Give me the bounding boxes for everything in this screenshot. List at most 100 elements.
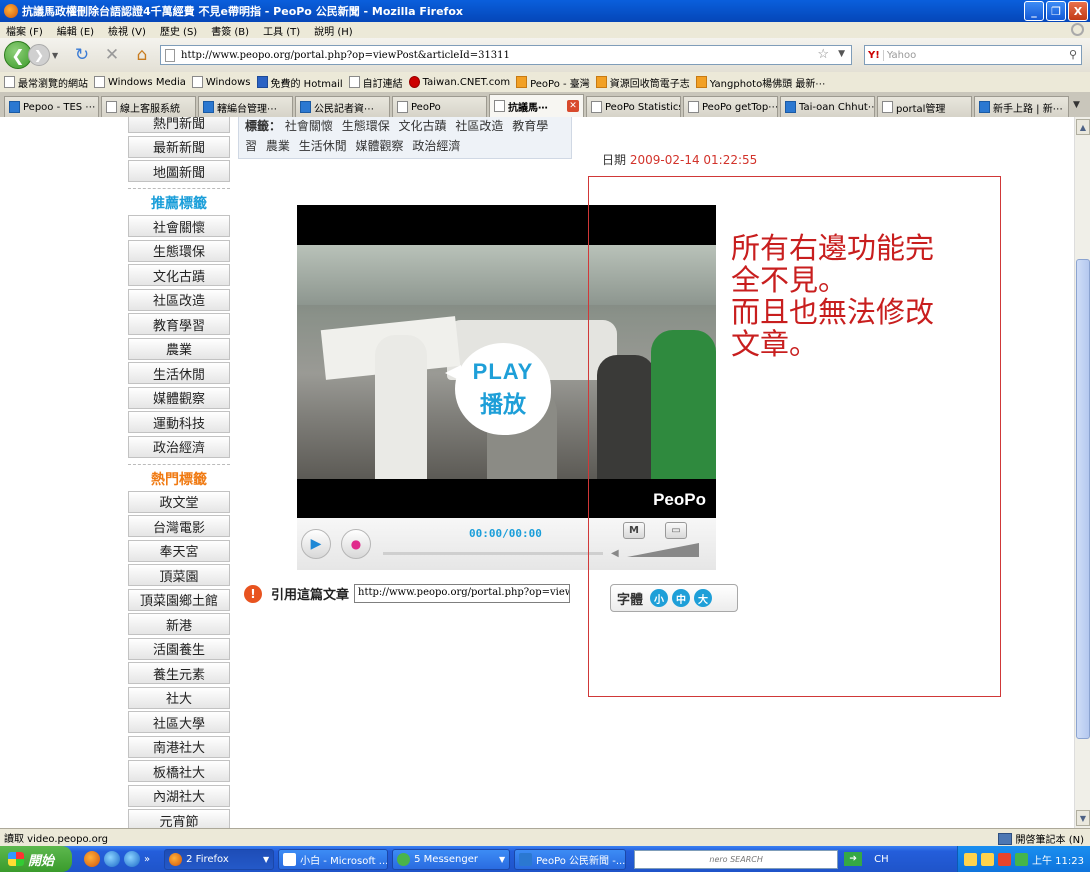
bookmark-item[interactable]: Taiwan.CNET.com bbox=[408, 76, 510, 88]
cite-url-field[interactable]: http://www.peopo.org/portal.php?op=viewP bbox=[354, 584, 571, 603]
bookmark-star-icon[interactable]: ☆ bbox=[817, 47, 829, 62]
hot-tag-button[interactable]: 活園養生 bbox=[128, 637, 230, 660]
seek-bar[interactable] bbox=[383, 552, 603, 555]
reload-icon[interactable]: ↻ bbox=[70, 43, 94, 67]
browser-tab[interactable]: PeoPo bbox=[392, 96, 487, 117]
tag-button[interactable]: 政治經濟 bbox=[128, 435, 230, 458]
restore-button[interactable]: ❐ bbox=[1046, 1, 1066, 21]
firefox-icon[interactable] bbox=[84, 851, 100, 867]
hot-tag-button[interactable]: 台灣電影 bbox=[128, 515, 230, 537]
hot-tag-button[interactable]: 奉天宮 bbox=[128, 539, 230, 562]
ie-icon[interactable] bbox=[104, 851, 120, 867]
bookmark-item[interactable]: Windows bbox=[191, 76, 251, 88]
tag-button[interactable]: 生活休閒 bbox=[128, 362, 230, 384]
taskbar-item[interactable]: 5 Messenger ▼ bbox=[392, 848, 511, 870]
notebook-toggle[interactable]: 開啓筆記本 (N) bbox=[997, 831, 1084, 846]
browser-tab[interactable]: PeoPo getTop⋯ bbox=[683, 96, 778, 117]
bookmark-item[interactable]: PeoPo - 臺灣 bbox=[516, 75, 590, 90]
sidebar-item[interactable]: 熱門新聞 bbox=[128, 117, 230, 133]
tag-button[interactable]: 教育學習 bbox=[128, 313, 230, 335]
bookmark-item[interactable]: 最常瀏覽的網站 bbox=[4, 75, 88, 90]
article-tag-link[interactable]: 生活休閒 bbox=[299, 139, 347, 153]
hot-tag-button[interactable]: 元宵節 bbox=[128, 809, 230, 828]
record-button[interactable]: ● bbox=[341, 529, 371, 559]
hot-tag-button[interactable]: 社區大學 bbox=[128, 711, 230, 733]
browser-tab[interactable]: 公民記者資⋯ bbox=[295, 96, 390, 117]
scroll-up-icon[interactable]: ▲ bbox=[1076, 119, 1090, 135]
app-icon[interactable] bbox=[981, 852, 994, 866]
url-dropdown-icon[interactable]: ▼ bbox=[838, 49, 845, 59]
browser-tab[interactable]: PeoPo Statistics bbox=[586, 96, 681, 117]
browser-tab[interactable]: 轄編台管理⋯ bbox=[198, 96, 293, 117]
hot-tag-button[interactable]: 頂菜園鄉土館 bbox=[128, 588, 230, 611]
browser-tab[interactable]: portal管理 bbox=[877, 96, 972, 117]
nero-search-box[interactable]: nero SEARCH bbox=[634, 849, 839, 869]
network-icon[interactable] bbox=[1015, 852, 1028, 866]
close-button[interactable]: X bbox=[1068, 1, 1088, 21]
minimize-button[interactable]: _ bbox=[1024, 1, 1044, 21]
tag-button[interactable]: 農業 bbox=[128, 337, 230, 360]
article-tag-link[interactable]: 政治經濟 bbox=[412, 139, 460, 153]
article-tag-link[interactable]: 農業 bbox=[266, 139, 290, 153]
search-box[interactable]: Y! Yahoo ⚲ bbox=[864, 45, 1082, 65]
tag-button[interactable]: 社區改造 bbox=[128, 288, 230, 311]
hot-tag-button[interactable]: 頂菜園 bbox=[128, 564, 230, 586]
browser-tab[interactable]: 線上客服系統 bbox=[101, 96, 196, 117]
go-arrow-icon[interactable]: ➔ bbox=[844, 852, 863, 866]
menu-bookmarks[interactable]: 書簽 (B) bbox=[211, 23, 249, 38]
url-bar[interactable]: http://www.peopo.org/portal.php?op=viewP… bbox=[160, 45, 852, 65]
article-tag-link[interactable]: 社區改造 bbox=[455, 119, 503, 133]
ie-icon[interactable] bbox=[124, 851, 140, 867]
menu-edit[interactable]: 編輯 (E) bbox=[57, 23, 94, 38]
security-icon[interactable] bbox=[998, 852, 1011, 866]
play-button[interactable]: ▶ bbox=[301, 529, 331, 559]
history-dropdown-icon[interactable]: ▼ bbox=[52, 51, 64, 60]
taskbar-item[interactable]: PeoPo 公民新聞 -... bbox=[514, 848, 627, 870]
hot-tag-button[interactable]: 板橋社大 bbox=[128, 760, 230, 782]
hot-tag-button[interactable]: 政文堂 bbox=[128, 490, 230, 513]
article-tag-link[interactable]: 生態環保 bbox=[342, 119, 390, 133]
bookmark-item[interactable]: 自訂連結 bbox=[348, 75, 403, 90]
hot-tag-button[interactable]: 南港社大 bbox=[128, 735, 230, 758]
article-tag-link[interactable]: 社會關懷 bbox=[285, 119, 333, 133]
start-button[interactable]: 開始 bbox=[0, 846, 72, 872]
bookmark-item[interactable]: Yangphoto楊佛頭 最新⋯ bbox=[695, 75, 825, 90]
browser-tab[interactable]: Pepoo - TES ⋯ bbox=[4, 96, 99, 117]
hot-tag-button[interactable]: 內湖社大 bbox=[128, 784, 230, 807]
bookmark-item[interactable]: 免費的 Hotmail bbox=[256, 75, 343, 90]
play-overlay-button[interactable]: PLAY 播放 bbox=[445, 343, 551, 435]
chevron-right-icon[interactable]: » bbox=[144, 854, 150, 865]
taskbar-item[interactable]: 2 Firefox ▼ bbox=[164, 848, 275, 870]
stop-icon[interactable]: ✕ bbox=[100, 43, 124, 67]
bookmark-item[interactable]: Windows Media bbox=[94, 76, 186, 88]
tag-button[interactable]: 運動科技 bbox=[128, 411, 230, 433]
sidebar-item[interactable]: 地圖新聞 bbox=[128, 160, 230, 182]
search-icon[interactable]: ⚲ bbox=[1069, 48, 1077, 61]
menu-history[interactable]: 歷史 (S) bbox=[160, 23, 197, 38]
mail-icon[interactable] bbox=[964, 852, 977, 866]
browser-tab[interactable]: 新手上路 | 新⋯ bbox=[974, 96, 1069, 117]
scroll-thumb[interactable] bbox=[1076, 259, 1090, 739]
hot-tag-button[interactable]: 新港 bbox=[128, 613, 230, 635]
menu-file[interactable]: 檔案 (F) bbox=[6, 23, 43, 38]
hot-tag-button[interactable]: 社大 bbox=[128, 686, 230, 709]
menu-view[interactable]: 檢視 (V) bbox=[108, 23, 146, 38]
tag-button[interactable]: 生態環保 bbox=[128, 239, 230, 262]
scroll-down-icon[interactable]: ▼ bbox=[1076, 810, 1090, 826]
home-icon[interactable]: ⌂ bbox=[130, 43, 154, 67]
tag-button[interactable]: 媒體觀察 bbox=[128, 386, 230, 409]
tag-button[interactable]: 文化古蹟 bbox=[128, 264, 230, 286]
forward-button[interactable]: ❯ bbox=[28, 44, 50, 66]
menu-tools[interactable]: 工具 (T) bbox=[263, 23, 300, 38]
hot-tag-button[interactable]: 養生元素 bbox=[128, 662, 230, 684]
browser-tab[interactable]: Tai-oan Chhut⋯ bbox=[780, 96, 875, 117]
tab-close-icon[interactable]: ✕ bbox=[567, 100, 579, 112]
article-tag-link[interactable]: 文化古蹟 bbox=[399, 119, 447, 133]
tab-list-icon[interactable]: ▼ bbox=[1073, 100, 1087, 110]
bookmark-item[interactable]: 資源回收筒電子志 bbox=[595, 75, 690, 90]
sidebar-item[interactable]: 最新新聞 bbox=[128, 135, 230, 158]
yahoo-engine-icon[interactable]: Y! bbox=[865, 49, 884, 61]
menu-help[interactable]: 說明 (H) bbox=[314, 23, 353, 38]
language-indicator[interactable]: CH bbox=[874, 854, 889, 865]
tag-button[interactable]: 社會關懷 bbox=[128, 215, 230, 237]
